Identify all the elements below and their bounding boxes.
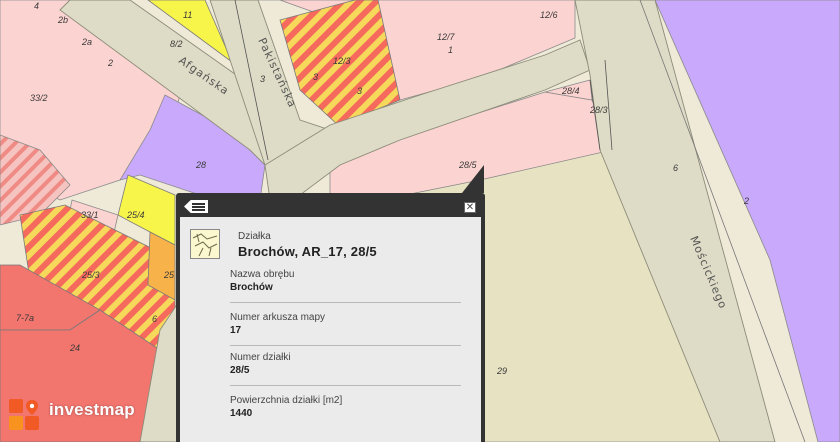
field-label: Numer działki — [230, 352, 291, 363]
logo-text: investmap — [49, 400, 135, 419]
parcel-label: 7-7a — [16, 313, 34, 323]
parcel-label: 2b — [57, 15, 68, 25]
field-value: 17 — [230, 325, 242, 336]
parcel-label: 25 — [163, 270, 175, 280]
parcel-label: 28/3 — [589, 105, 608, 115]
parcel-label: 6 — [673, 163, 678, 173]
parcel-label: 25/4 — [126, 210, 145, 220]
close-icon[interactable]: ✕ — [464, 202, 476, 213]
parcel-info-popup: ✕ Działka Brochów, AR_17, 28/5 Nazwa obr… — [176, 193, 485, 442]
field-label: Numer arkusza mapy — [230, 312, 326, 323]
parcel-label: 28/5 — [458, 160, 478, 170]
parcel-label: 28/4 — [561, 86, 580, 96]
parcel-label: 3 — [260, 74, 265, 84]
field-map-sheet-number: Numer arkusza mapy 17 — [230, 312, 461, 346]
parcel-label: 24 — [69, 343, 80, 353]
field-value: Brochów — [230, 282, 273, 293]
field-value: 28/5 — [230, 365, 250, 376]
parcel-label: 3 — [313, 72, 318, 82]
field-precinct-name: Nazwa obrębu Brochów — [230, 269, 461, 303]
parcel-label: 6 — [152, 314, 157, 324]
parcel-label: 11 — [183, 10, 192, 20]
parcel-label: 3 — [357, 86, 362, 96]
parcel-label: 33/1 — [81, 210, 99, 220]
parcel-label: 2 — [743, 196, 749, 206]
parcel-label: 8/2 — [170, 39, 183, 49]
field-parcel-area: Powierzchnia działki [m2] 1440 — [230, 395, 461, 428]
parcel-label: 2a — [81, 37, 92, 47]
field-parcel-number: Numer działki 28/5 — [230, 352, 461, 386]
list-menu-icon[interactable] — [184, 200, 208, 213]
parcel-label: 28 — [195, 160, 206, 170]
layer-type-label: Działka — [238, 231, 271, 242]
field-label: Nazwa obrębu — [230, 269, 295, 280]
parcel-label: 4 — [34, 1, 39, 11]
parcel-layer-icon — [190, 229, 220, 259]
parcel-label: 25/3 — [81, 270, 100, 280]
location-pin-icon — [9, 399, 39, 430]
parcel-label: 29 — [496, 366, 507, 376]
parcel-label: 12/6 — [540, 10, 558, 20]
parcel-label: 2 — [107, 58, 113, 68]
field-value: 1440 — [230, 408, 253, 419]
popup-body: Działka Brochów, AR_17, 28/5 Nazwa obręb… — [180, 217, 481, 442]
parcel-title: Brochów, AR_17, 28/5 — [238, 244, 377, 259]
parcel-label: 12/7 — [437, 32, 456, 42]
parcel-label: 1 — [448, 45, 453, 55]
popup-header: ✕ — [176, 193, 485, 217]
field-label: Powierzchnia działki [m2] — [230, 395, 343, 406]
parcel-label: 12/3 — [333, 56, 351, 66]
parcel-label: 33/2 — [30, 93, 48, 103]
